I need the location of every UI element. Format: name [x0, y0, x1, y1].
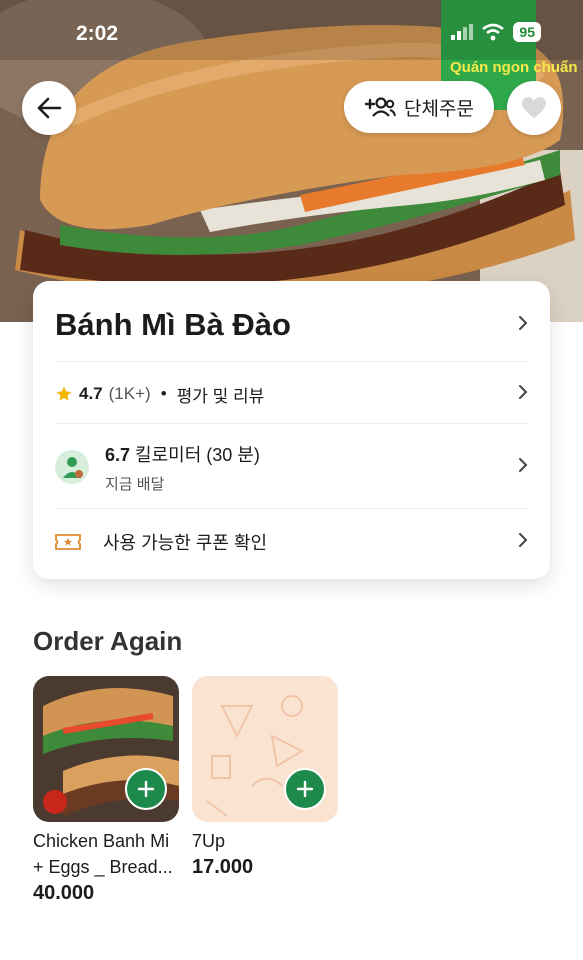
group-add-icon — [364, 97, 397, 117]
item-price: 40.000 — [33, 882, 95, 904]
plus-icon — [137, 780, 155, 798]
chevron-right-icon — [518, 531, 528, 554]
order-again-item[interactable]: 7Up 17.000 — [192, 676, 338, 879]
store-name: Bánh Mì Bà Đào — [55, 307, 291, 342]
item-name: 7Up — [192, 831, 226, 851]
badge-text: Quán ngon chuẩn — [450, 59, 578, 76]
back-arrow-icon — [37, 97, 62, 119]
divider — [55, 361, 528, 362]
store-name-row[interactable]: Bánh Mì Bà Đào — [55, 303, 528, 347]
group-order-label: 단체주문 — [404, 98, 474, 120]
add-to-cart-button[interactable] — [284, 768, 326, 810]
banh-mi-illustration: Quán ngon chuẩn — [0, 0, 583, 322]
rating-row[interactable]: 4.7 (1K+) • 평가 및 리뷰 — [55, 376, 528, 412]
chevron-right-icon — [518, 383, 528, 406]
status-time: 2:02 — [76, 22, 119, 45]
star-icon — [56, 386, 72, 401]
distance-unit: 킬로미터 (30 분) — [135, 444, 260, 465]
distance-value: 6.7 — [105, 444, 131, 465]
order-again-item[interactable]: Chicken Banh Mi + Eggs _ Bread... 40.000 — [33, 676, 179, 905]
chevron-right-icon — [518, 456, 528, 479]
rating-separator: • — [160, 384, 167, 403]
status-icons: 95 — [451, 22, 541, 42]
group-order-button[interactable]: 단체주문 — [344, 81, 494, 133]
rating-count: (1K+) — [108, 384, 151, 403]
rating-summary: 4.7 (1K+) • 평가 및 리뷰 — [55, 382, 264, 407]
delivery-row[interactable]: 6.7 킬로미터 (30 분) 지금 배달 — [55, 437, 528, 497]
add-to-cart-button[interactable] — [125, 768, 167, 810]
reviews-label: 평가 및 리뷰 — [176, 386, 265, 406]
divider — [55, 508, 528, 509]
coupon-label: 사용 가능한 쿠폰 확인 — [103, 533, 268, 553]
battery-indicator: 95 — [513, 22, 541, 42]
hero-image: Quán ngon chuẩn — [0, 0, 583, 322]
coupon-row[interactable]: 사용 가능한 쿠폰 확인 — [55, 524, 528, 560]
item-image-placeholder[interactable] — [192, 676, 338, 822]
distance-text: 6.7 킬로미터 (30 분) — [105, 441, 260, 467]
item-image[interactable] — [33, 676, 179, 822]
signal-icon — [451, 24, 474, 40]
delivery-avatar-icon — [55, 450, 89, 484]
item-price: 17.000 — [192, 856, 254, 878]
store-info-card: Bánh Mì Bà Đào 4.7 (1K+) • 평가 및 리뷰 6.7 킬… — [33, 281, 550, 579]
delivery-note: 지금 배달 — [105, 475, 165, 493]
favorite-button[interactable] — [507, 81, 561, 135]
plus-icon — [296, 780, 314, 798]
order-again-title: Order Again — [33, 626, 183, 656]
rating-value: 4.7 — [79, 384, 103, 403]
back-button[interactable] — [22, 81, 76, 135]
chevron-right-icon — [518, 314, 528, 337]
divider — [55, 423, 528, 424]
item-name: Chicken Banh Mi + Eggs _ Bread... — [33, 831, 173, 877]
wifi-icon — [482, 23, 505, 41]
coupon-icon — [55, 534, 81, 550]
heart-icon — [522, 97, 546, 118]
